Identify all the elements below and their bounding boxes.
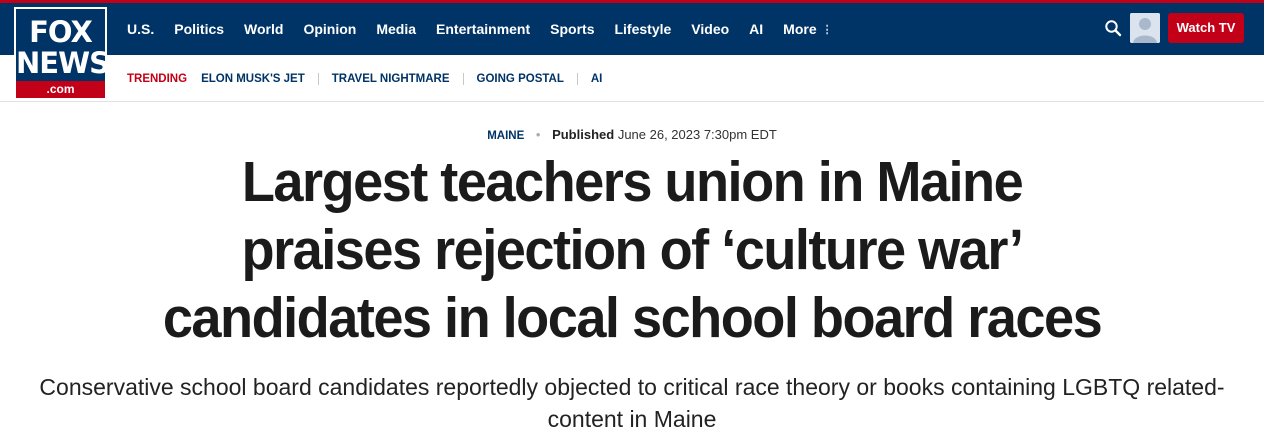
watch-tv-button[interactable]: Watch TV: [1168, 13, 1244, 43]
trending-item-ai[interactable]: AI: [591, 73, 603, 85]
trending-item-elon-musks-jet[interactable]: ELON MUSK'S JET: [201, 73, 305, 85]
search-icon[interactable]: [1104, 19, 1122, 37]
fox-news-logo[interactable]: FOX NEWS .com: [14, 7, 107, 100]
trending-item-travel-nightmare[interactable]: TRAVEL NIGHTMARE: [332, 73, 450, 85]
nav-more-button[interactable]: More ⋮: [783, 21, 832, 37]
trending-divider: [576, 72, 578, 85]
article-headline: Largest teachers union in Maine praises …: [127, 148, 1138, 352]
vertical-ellipsis-icon: ⋮: [821, 23, 833, 36]
nav-item-politics[interactable]: Politics: [174, 21, 224, 37]
trending-divider: [317, 72, 319, 85]
nav-more-label: More: [783, 21, 817, 37]
nav-item-video[interactable]: Video: [691, 21, 729, 37]
meta-bullet: •: [535, 127, 541, 142]
subheadline-line-2: content in Maine: [547, 406, 717, 432]
nav-item-us[interactable]: U.S.: [127, 21, 154, 37]
headline-line-2: praises rejection of ‘culture war’: [241, 218, 1024, 282]
article-subheadline: Conservative school board candidates rep…: [0, 371, 1264, 435]
nav-item-media[interactable]: Media: [376, 21, 416, 37]
nav-item-lifestyle[interactable]: Lifestyle: [614, 21, 671, 37]
headline-line-1: Largest teachers union in Maine: [241, 150, 1024, 214]
trending-divider: [462, 72, 464, 85]
article-meta: MAINE • Published June 26, 2023 7:30pm E…: [0, 127, 1264, 142]
logo-dotcom: .com: [16, 81, 105, 98]
nav-item-sports[interactable]: Sports: [550, 21, 594, 37]
trending-item-going-postal[interactable]: GOING POSTAL: [477, 73, 564, 85]
nav-item-opinion[interactable]: Opinion: [303, 21, 356, 37]
nav-item-world[interactable]: World: [244, 21, 283, 37]
subheadline-line-1: Conservative school board candidates rep…: [39, 374, 1225, 400]
user-avatar-icon[interactable]: [1130, 13, 1160, 43]
nav-item-ai[interactable]: AI: [749, 21, 763, 37]
logo-news-text: NEWS: [16, 46, 107, 80]
published-label: Published: [552, 127, 615, 142]
article-category-link[interactable]: MAINE: [487, 130, 524, 142]
published-date: June 26, 2023 7:30pm EDT: [617, 127, 777, 142]
logo-fox-text: FOX: [29, 15, 93, 49]
trending-list: TRENDING ELON MUSK'S JET TRAVEL NIGHTMAR…: [127, 55, 602, 102]
headline-line-3: candidates in local school board races: [162, 286, 1103, 350]
trending-label: TRENDING: [127, 72, 188, 85]
main-nav: U.S. Politics World Opinion Media Entert…: [127, 3, 853, 55]
nav-item-entertainment[interactable]: Entertainment: [436, 21, 530, 37]
